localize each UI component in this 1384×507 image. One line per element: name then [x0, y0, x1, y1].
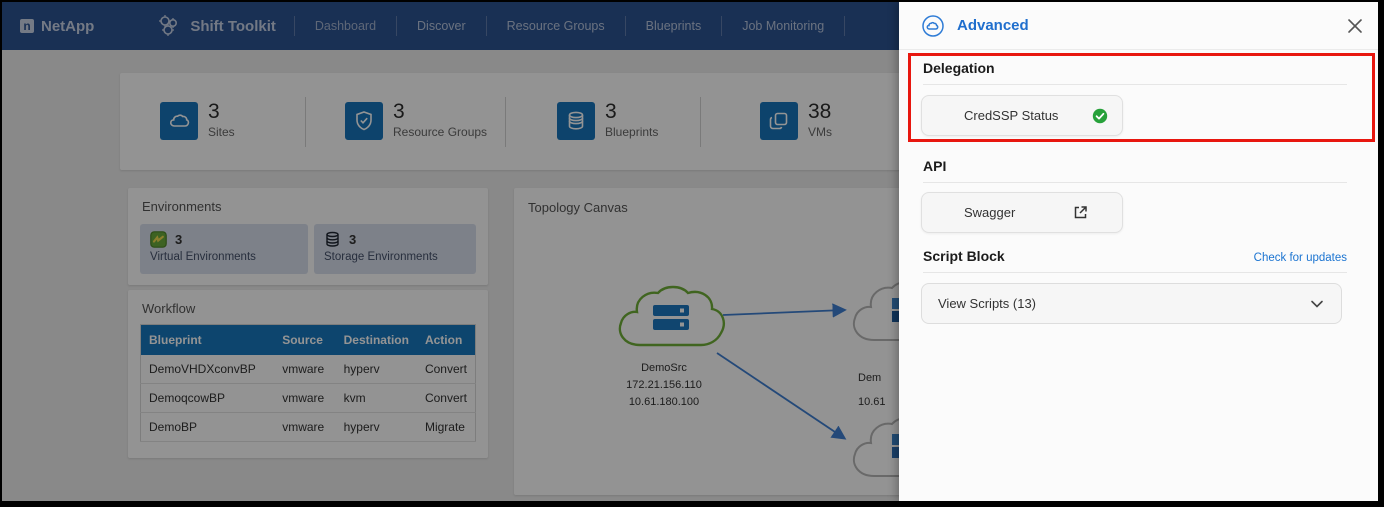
delegation-heading: Delegation	[923, 60, 995, 76]
app-window: n NetApp Shift Toolkit Dashboard Discove…	[2, 2, 1378, 501]
check-for-updates-link[interactable]: Check for updates	[1254, 252, 1347, 264]
panel-title: Advanced	[957, 17, 1029, 34]
view-scripts-dropdown[interactable]: View Scripts (13)	[921, 283, 1342, 324]
credssp-status-button[interactable]: CredSSP Status	[921, 95, 1123, 136]
section-divider	[923, 84, 1347, 85]
advanced-panel: Advanced Delegation CredSSP Status API S…	[899, 2, 1378, 501]
swagger-button[interactable]: Swagger	[921, 192, 1123, 233]
success-check-icon	[1092, 108, 1108, 124]
section-divider	[923, 272, 1347, 273]
view-scripts-label: View Scripts (13)	[938, 296, 1037, 311]
close-icon[interactable]	[1346, 17, 1364, 35]
swagger-label: Swagger	[964, 205, 1016, 220]
modal-backdrop[interactable]	[2, 2, 899, 501]
api-heading: API	[923, 158, 947, 174]
advanced-cloud-icon	[921, 14, 945, 38]
credssp-status-label: CredSSP Status	[964, 108, 1059, 123]
advanced-panel-header: Advanced	[899, 2, 1378, 50]
external-link-icon	[1073, 205, 1088, 220]
section-divider	[923, 182, 1347, 183]
chevron-down-icon	[1309, 296, 1325, 312]
script-block-heading: Script Block	[923, 248, 1005, 264]
